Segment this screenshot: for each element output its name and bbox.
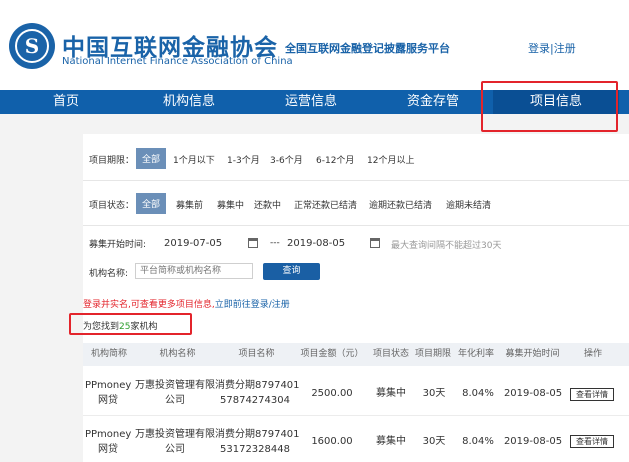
left-margin (0, 114, 83, 462)
cell-rate: 8.04% (462, 436, 494, 447)
calendar-icon[interactable] (248, 238, 258, 248)
col-start-date: 募集开始时间 (505, 349, 560, 359)
cell-amount: 1600.00 (311, 436, 353, 447)
period-option-over-12m[interactable]: 12个月以上 (367, 153, 414, 166)
cell-short-name: PPmoney 网贷 (85, 427, 131, 457)
period-label: 项目期限： (89, 156, 135, 166)
cell-short-name-line1: PPmoney (85, 380, 132, 391)
date-end-input[interactable] (287, 235, 367, 251)
calendar-icon[interactable] (370, 238, 380, 248)
cell-project-name-line2: 57874274304 (220, 395, 290, 406)
cell-term: 30天 (422, 388, 446, 399)
period-option-6-12m[interactable]: 6-12个月 (316, 153, 354, 166)
date-start-input[interactable] (164, 235, 244, 251)
view-detail-button[interactable]: 查看详情 (570, 388, 614, 401)
status-option-overdue-settled[interactable]: 逾期还款已结清 (369, 198, 432, 211)
status-label: 项目状态： (89, 201, 135, 211)
org-name-input[interactable] (135, 263, 253, 279)
cell-short-name-line2: 网贷 (98, 444, 118, 455)
status-option-all[interactable]: 全部 (136, 193, 167, 214)
cell-short-name-line2: 网贷 (98, 395, 118, 406)
cell-project-name: 消费分期8797401 57874274304 (215, 378, 300, 408)
nav-org-info[interactable]: 机构信息 (151, 90, 227, 114)
cell-project-name: 消费分期8797401 53172328448 (215, 427, 300, 457)
view-detail-button[interactable]: 查看详情 (570, 435, 614, 448)
period-option-under-1m[interactable]: 1个月以下 (173, 153, 215, 166)
site-header: S 中国互联网金融协会 National Internet Finance As… (0, 0, 629, 90)
status-option-raising[interactable]: 募集中 (217, 198, 244, 211)
org-name-en: National Internet Finance Association of… (62, 56, 293, 67)
col-short-name: 机构简称 (90, 349, 127, 359)
cell-org-name-line1: 万惠投资管理有限 (135, 380, 215, 391)
login-tip-text: 登录并实名,可查看更多项目信息, (83, 300, 215, 310)
nav-operation-info[interactable]: 运营信息 (273, 90, 349, 114)
login-register-link[interactable]: 立即前往登录/注册 (215, 300, 290, 310)
platform-title: 全国互联网金融登记披露服务平台 (285, 42, 450, 55)
highlight-box-nav (481, 81, 618, 132)
cell-project-name-line2: 53172328448 (220, 444, 290, 455)
col-project-name: 项目名称 (238, 349, 275, 359)
cell-project-name-line1: 消费分期8797401 (215, 429, 300, 440)
col-status: 项目状态 (372, 349, 409, 359)
date-separator: --- (270, 238, 280, 248)
logo-glyph: S (24, 34, 40, 58)
date-range-note: 最大查询间隔不能超过30天 (391, 241, 502, 251)
query-button[interactable]: 查询 (263, 263, 320, 280)
col-action: 操作 (583, 349, 602, 359)
org-label: 机构名称: (89, 269, 129, 279)
cell-status: 募集中 (376, 388, 406, 399)
col-amount: 项目金额（元） (300, 349, 364, 359)
period-option-3-6m[interactable]: 3-6个月 (270, 153, 303, 166)
status-option-settled[interactable]: 正常还款已结清 (294, 198, 357, 211)
nav-home[interactable]: 首页 (28, 90, 104, 114)
login-tip: 登录并实名,可查看更多项目信息,立即前往登录/注册 (83, 297, 290, 310)
cell-short-name: PPmoney 网贷 (85, 378, 131, 408)
status-option-repaying[interactable]: 还款中 (254, 198, 281, 211)
period-option-1-3m[interactable]: 1-3个月 (227, 153, 260, 166)
table-header: 机构简称 机构名称 项目名称 项目金额（元） 项目状态 项目期限 年化利率 募集… (83, 343, 629, 366)
col-org-name: 机构名称 (159, 349, 196, 359)
login-link[interactable]: 登录 (528, 42, 550, 55)
cell-org-name: 万惠投资管理有限 公司 (133, 427, 217, 457)
cell-org-name-line2: 公司 (165, 444, 185, 455)
cell-org-name-line2: 公司 (165, 395, 185, 406)
period-option-all[interactable]: 全部 (136, 148, 167, 169)
nifa-logo-icon[interactable]: S (9, 23, 55, 69)
date-label: 募集开始时间: (89, 240, 147, 250)
status-option-before[interactable]: 募集前 (176, 198, 203, 211)
cell-rate: 8.04% (462, 388, 494, 399)
divider (83, 180, 629, 181)
auth-links: 登录|注册 (528, 40, 576, 56)
register-link[interactable]: 注册 (554, 42, 576, 55)
status-option-overdue-unsettled[interactable]: 逾期未结清 (446, 198, 491, 211)
cell-org-name: 万惠投资管理有限 公司 (133, 378, 217, 408)
cell-start-date: 2019-08-05 (503, 388, 563, 399)
nav-fund-custody[interactable]: 资金存管 (395, 90, 471, 114)
cell-org-name-line1: 万惠投资管理有限 (135, 429, 215, 440)
col-term: 项目期限 (414, 349, 451, 359)
cell-start-date: 2019-08-05 (503, 436, 563, 447)
divider (83, 225, 629, 226)
cell-term: 30天 (422, 436, 446, 447)
col-rate: 年化利率 (457, 349, 494, 359)
cell-short-name-line1: PPmoney (85, 429, 132, 440)
highlight-box-result (69, 313, 192, 335)
cell-status: 募集中 (376, 436, 406, 447)
cell-project-name-line1: 消费分期8797401 (215, 380, 300, 391)
cell-amount: 2500.00 (311, 388, 353, 399)
